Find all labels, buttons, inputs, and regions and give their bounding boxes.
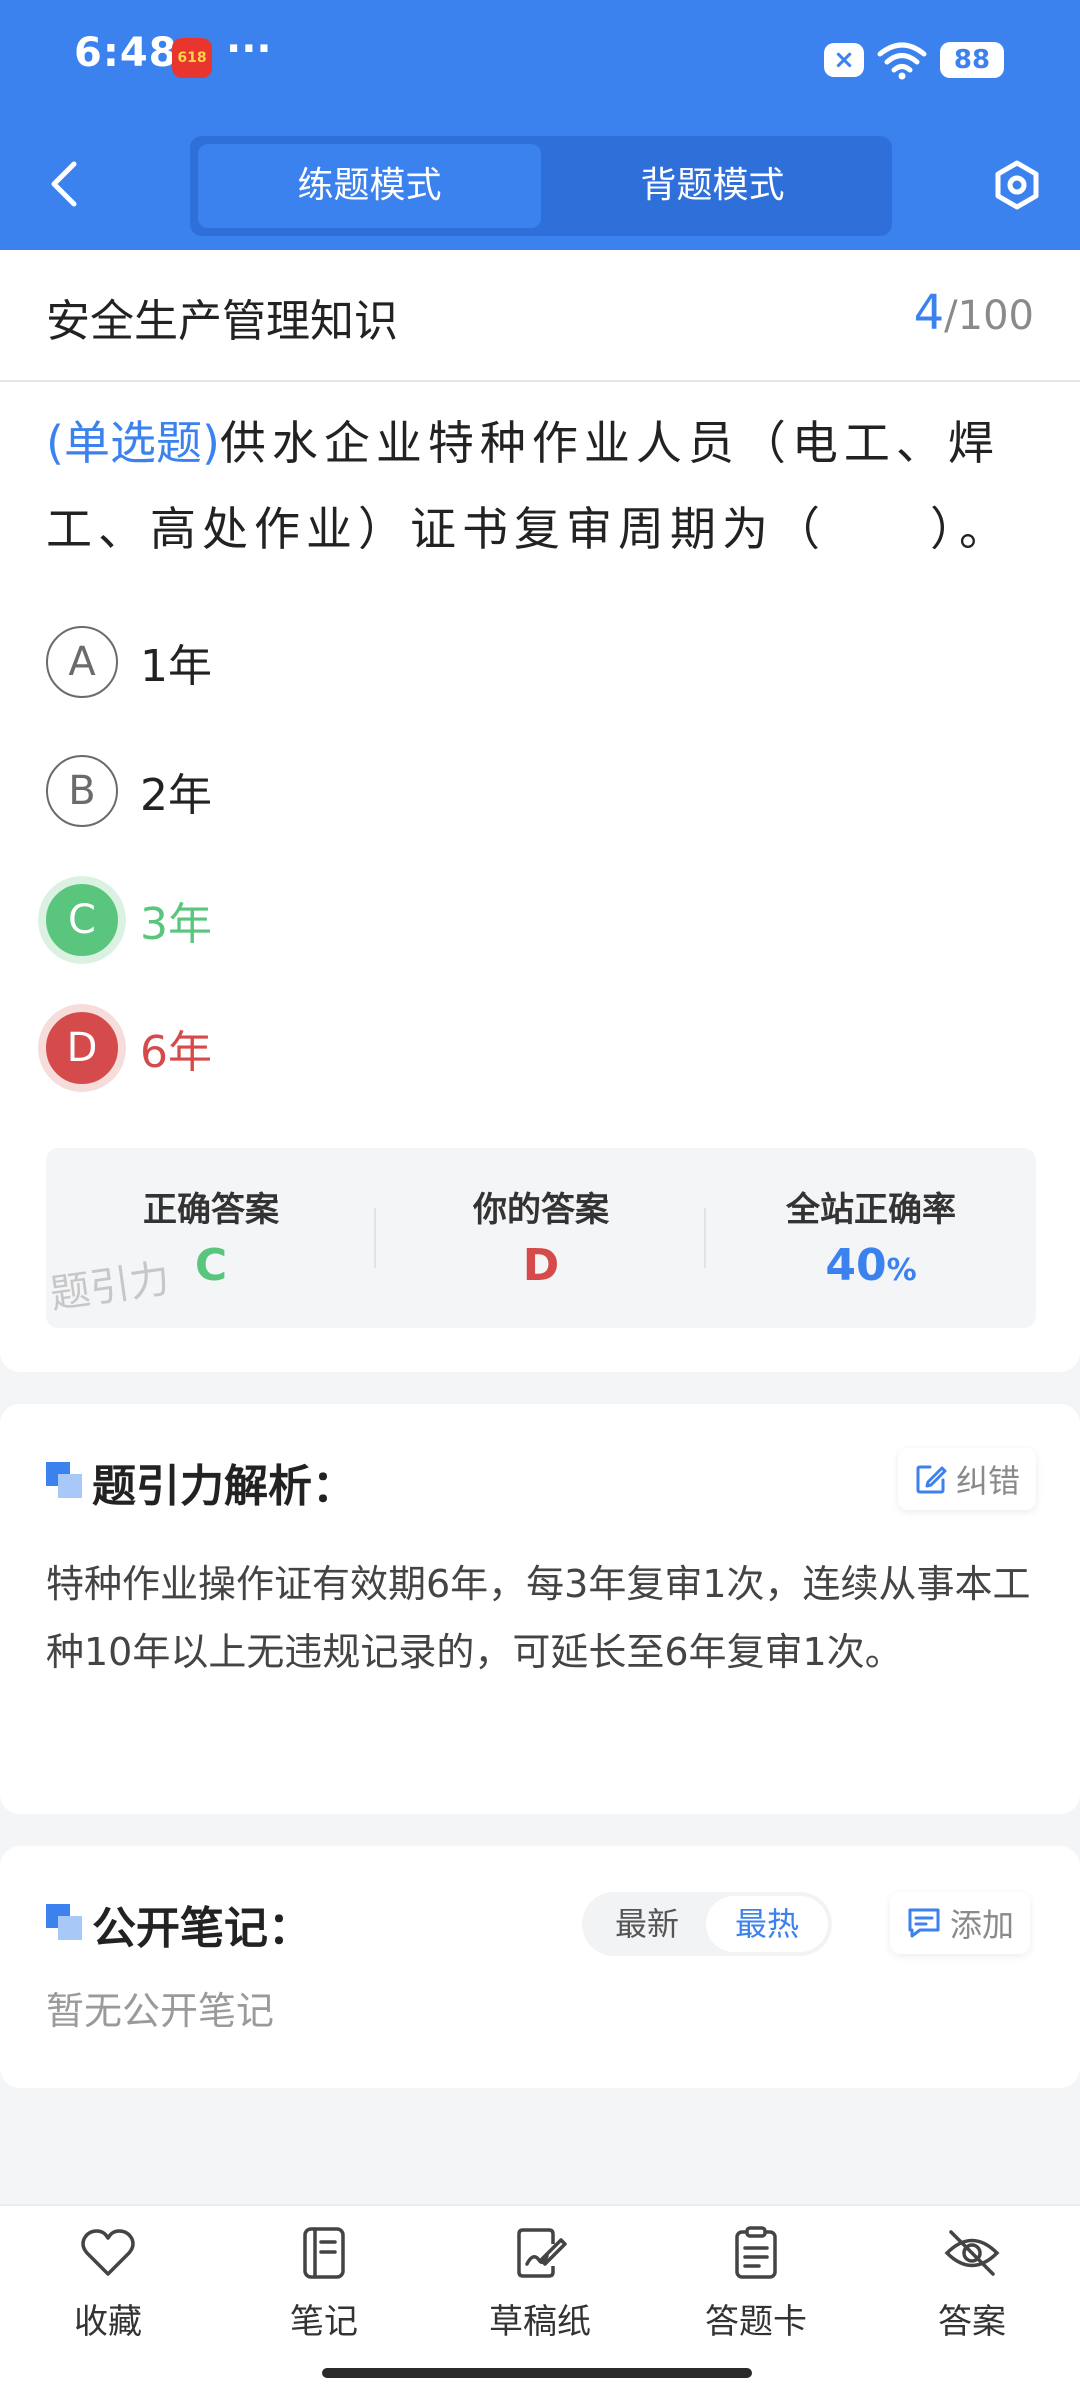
accuracy-value: 40% <box>706 1240 1036 1291</box>
report-error-button[interactable]: 纠错 <box>898 1448 1037 1510</box>
tab-memorize-mode[interactable]: 背题模式 <box>541 144 884 228</box>
nav-answer-card[interactable]: 答题卡 <box>676 2226 836 2343</box>
question-counter: 4/100 <box>914 285 1034 341</box>
notes-title: 公开笔记： <box>92 1903 312 1954</box>
accuracy-label: 全站正确率 <box>786 1190 956 1230</box>
your-answer-label: 你的答案 <box>473 1190 609 1230</box>
sim-off-icon: × <box>824 43 864 77</box>
eye-off-icon <box>944 2230 1000 2276</box>
nav-favorite-label: 收藏 <box>74 2302 142 2342</box>
subject-title: 安全生产管理知识 <box>46 296 398 347</box>
analysis-text: 特种作业操作证有效期6年，每3年复审1次，连续从事本工种10年以上无违规记录的，… <box>46 1562 1031 1674</box>
more-notifications-icon: ··· <box>226 26 272 72</box>
status-icons: × 88 <box>824 38 1004 82</box>
heart-icon <box>81 2229 135 2276</box>
counter-separator: / <box>944 293 958 339</box>
answer-summary: 正确答案 C 你的答案 D 全站正确率 40% <box>46 1148 1036 1328</box>
option-d-key: D <box>46 1012 118 1084</box>
notes-empty-text: 暂无公开笔记 <box>46 1989 275 2033</box>
total-questions: 100 <box>957 293 1034 339</box>
edit-icon <box>916 1465 947 1494</box>
add-note-label: 添加 <box>950 1906 1015 1944</box>
option-c-text: 3年 <box>140 899 212 950</box>
accuracy-col: 全站正确率 40% <box>706 1148 1036 1328</box>
option-b[interactable]: B 2年 <box>46 751 212 831</box>
divider <box>0 380 1080 382</box>
correct-answer-label: 正确答案 <box>143 1190 279 1230</box>
your-answer-value: D <box>522 1240 560 1291</box>
nav-favorite[interactable]: 收藏 <box>28 2226 188 2343</box>
option-a-text: 1年 <box>140 641 212 692</box>
option-c-key: C <box>46 884 118 956</box>
nav-draft-label: 草稿纸 <box>489 2302 591 2342</box>
accuracy-unit: % <box>886 1253 917 1288</box>
notes-card <box>0 1846 1080 2088</box>
tab-practice-mode[interactable]: 练题模式 <box>198 144 541 228</box>
your-answer-col: 你的答案 D <box>376 1148 706 1328</box>
nav-notes[interactable]: 笔记 <box>244 2226 404 2343</box>
option-a[interactable]: A 1年 <box>46 622 212 702</box>
nav-answer-label: 答案 <box>938 2302 1006 2342</box>
current-question-number: 4 <box>913 285 945 341</box>
notebook-icon <box>303 2227 345 2279</box>
app-notification-icon: 618 <box>172 38 212 78</box>
answer-card-icon <box>735 2226 777 2279</box>
analysis-title: 题引力解析： <box>92 1461 356 1512</box>
option-d[interactable]: D 6年 <box>46 1008 212 1088</box>
report-error-label: 纠错 <box>956 1462 1021 1500</box>
nav-answer[interactable]: 答案 <box>892 2226 1052 2343</box>
sort-hottest[interactable]: 最热 <box>706 1896 828 1952</box>
mode-toggle: 练题模式 背题模式 <box>190 136 892 236</box>
draft-icon <box>517 2228 567 2278</box>
option-a-key: A <box>46 626 118 698</box>
add-note-button[interactable]: 添加 <box>890 1892 1031 1954</box>
wifi-icon <box>877 42 927 80</box>
notes-sort-toggle: 最新 最热 <box>582 1892 832 1956</box>
app-header: 6:48 618 ··· × 88 练题模式 背题模式 <box>0 0 1080 250</box>
back-icon[interactable] <box>40 158 90 210</box>
nav-draft[interactable]: 草稿纸 <box>460 2226 620 2343</box>
comment-icon <box>908 1908 940 1938</box>
battery-indicator: 88 <box>940 42 1004 78</box>
option-b-text: 2年 <box>140 770 212 821</box>
settings-icon[interactable] <box>990 158 1044 212</box>
status-bar: 6:48 618 ··· × 88 <box>0 0 1080 120</box>
home-indicator <box>322 2368 752 2378</box>
option-c[interactable]: C 3年 <box>46 880 212 960</box>
question-type: (单选题) <box>46 416 220 470</box>
option-b-key: B <box>46 755 118 827</box>
nav-notes-label: 笔记 <box>290 2302 358 2342</box>
sort-newest[interactable]: 最新 <box>586 1896 708 1952</box>
section-icon <box>46 1904 82 1940</box>
option-d-text: 6年 <box>140 1027 212 1078</box>
question-text: (单选题)供水企业特种作业人员（电工、焊工、高处作业）证书复审周期为（ ）。 <box>46 400 1036 572</box>
status-time: 6:48 <box>74 30 178 76</box>
nav-answer-card-label: 答题卡 <box>705 2302 807 2342</box>
accuracy-number: 40 <box>825 1240 887 1291</box>
section-icon <box>46 1462 82 1498</box>
